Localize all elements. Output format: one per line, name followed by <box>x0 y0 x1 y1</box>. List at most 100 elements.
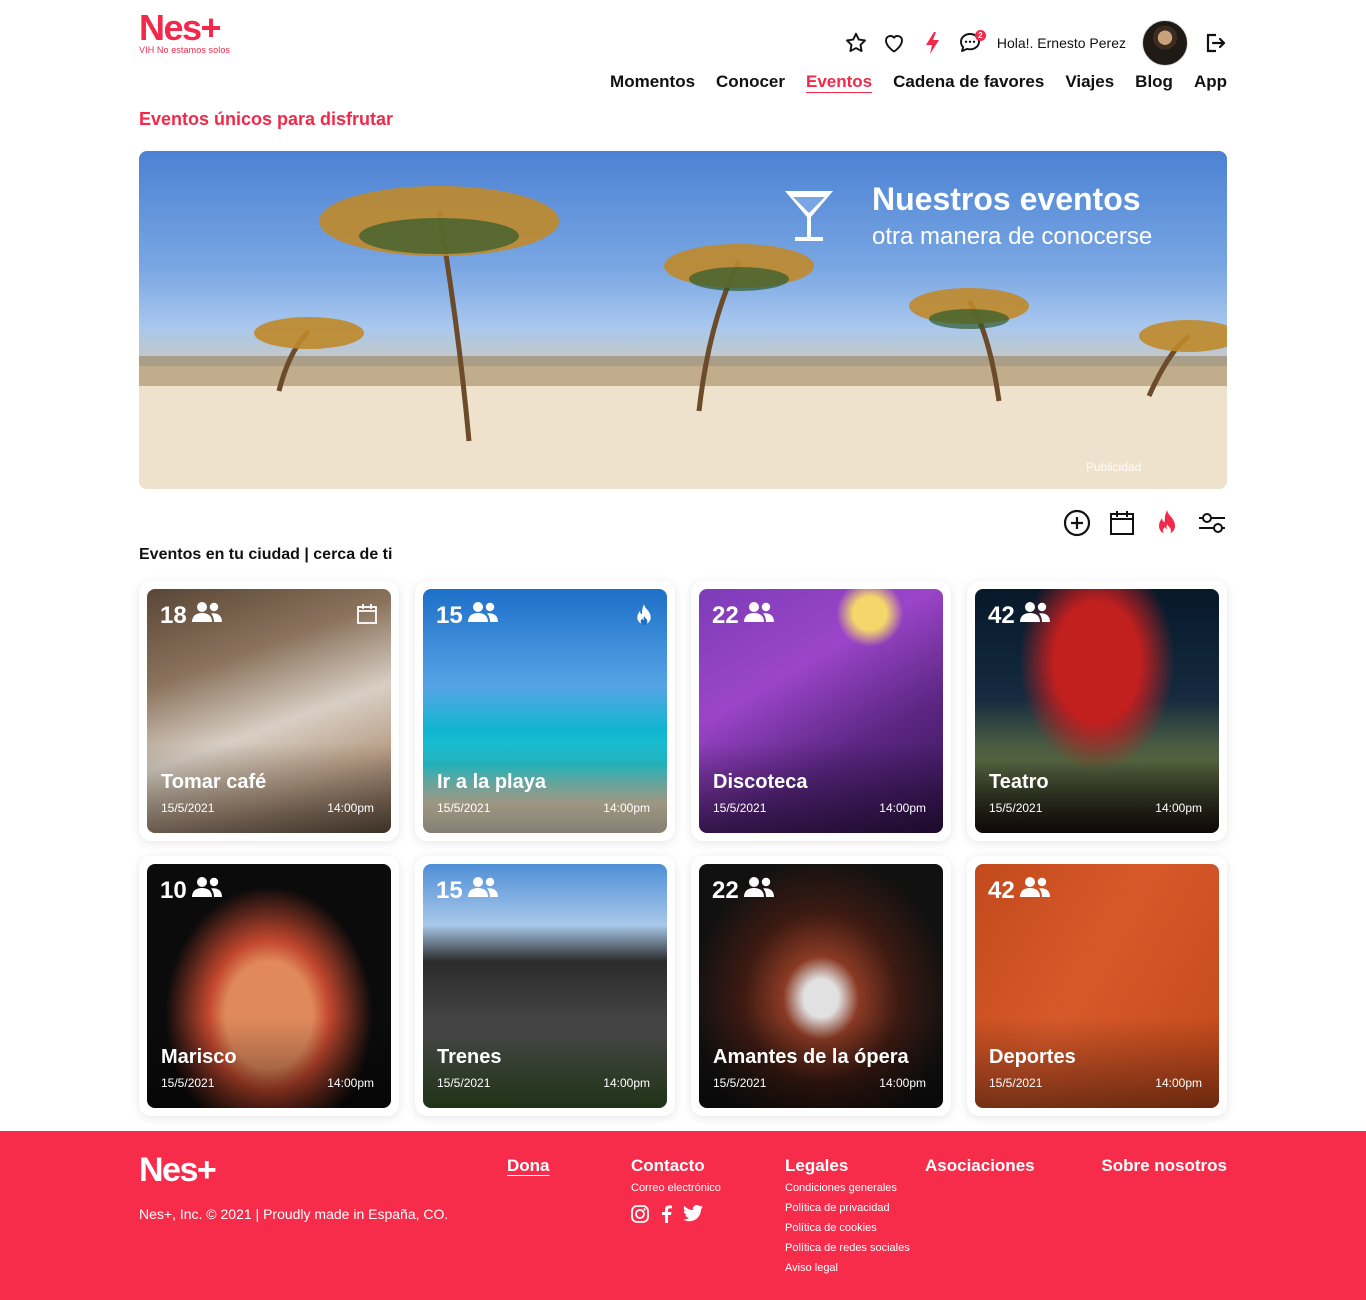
nav-momentos[interactable]: Momentos <box>610 72 695 92</box>
footer-asociaciones-link[interactable]: Asociaciones <box>925 1156 1035 1176</box>
footer-dona-link[interactable]: Dona <box>507 1156 550 1176</box>
people-icon <box>187 601 223 630</box>
attendee-number: 15 <box>436 601 463 629</box>
city-heading: Eventos en tu ciudad | cerca de ti <box>139 546 393 563</box>
attendee-number: 22 <box>712 876 739 904</box>
ad-label: Publicidad <box>1086 460 1142 474</box>
event-title: Discoteca <box>713 771 808 793</box>
logout-icon[interactable] <box>1202 30 1228 56</box>
event-title: Tomar café <box>161 771 267 793</box>
facebook-icon[interactable] <box>659 1205 673 1223</box>
header-actions: 2 Hola!. Ernesto Perez <box>831 20 1228 66</box>
heart-icon[interactable] <box>881 30 907 56</box>
event-date: 15/5/2021 <box>989 801 1043 815</box>
event-image: 22 Discoteca 15/5/2021 14:00pm <box>699 589 943 833</box>
attendee-number: 10 <box>160 876 187 904</box>
event-title: Ir a la playa <box>437 771 546 793</box>
star-icon[interactable] <box>843 30 869 56</box>
event-date: 15/5/2021 <box>161 1076 215 1090</box>
event-time: 14:00pm <box>879 801 926 815</box>
avatar[interactable] <box>1142 20 1188 66</box>
banner-title: Nuestros eventos <box>872 181 1141 217</box>
event-card[interactable]: 10 Marisco 15/5/2021 14:00pm <box>139 856 399 1116</box>
event-date: 15/5/2021 <box>713 801 767 815</box>
attendee-count: 10 <box>160 876 223 905</box>
nav-app[interactable]: App <box>1194 72 1227 92</box>
attendee-count: 22 <box>712 601 775 630</box>
footer-legal-link[interactable]: Aviso legal <box>785 1262 838 1274</box>
banner-subtitle: otra manera de conocerse <box>872 223 1153 250</box>
events-banner[interactable]: Nuestros eventos otra manera de conocers… <box>139 151 1227 489</box>
nav-eventos[interactable]: Eventos <box>806 72 872 92</box>
event-date: 15/5/2021 <box>437 1076 491 1090</box>
footer-legales-heading[interactable]: Legales <box>785 1156 848 1176</box>
footer-logo[interactable]: Nes+ <box>139 1151 217 1190</box>
chat-icon[interactable]: 2 <box>957 30 986 56</box>
social-links <box>631 1205 713 1223</box>
event-card[interactable]: 15 Trenes 15/5/2021 14:00pm <box>415 856 675 1116</box>
people-icon <box>739 601 775 630</box>
event-time: 14:00pm <box>327 801 374 815</box>
event-image: 42 Teatro 15/5/2021 14:00pm <box>975 589 1219 833</box>
footer-sobre-nosotros-link[interactable]: Sobre nosotros <box>1101 1156 1227 1176</box>
event-time: 14:00pm <box>603 801 650 815</box>
event-time: 14:00pm <box>1155 1076 1202 1090</box>
events-grid: 18 Tomar café 15/5/2021 14:00pm 15 Ir a la pl… <box>139 581 1227 1116</box>
attendee-count: 22 <box>712 876 775 905</box>
event-date: 15/5/2021 <box>437 801 491 815</box>
event-image: 10 Marisco 15/5/2021 14:00pm <box>147 864 391 1108</box>
flash-icon[interactable] <box>919 30 945 56</box>
footer-legal-link[interactable]: Condiciones generales <box>785 1182 897 1194</box>
event-title: Teatro <box>989 771 1049 793</box>
attendee-number: 18 <box>160 601 187 629</box>
people-icon <box>187 876 223 905</box>
event-title: Trenes <box>437 1046 502 1068</box>
event-image: 18 Tomar café 15/5/2021 14:00pm <box>147 589 391 833</box>
event-card[interactable]: 42 Deportes 15/5/2021 14:00pm <box>967 856 1227 1116</box>
event-card[interactable]: 22 Amantes de la ópera 15/5/2021 14:00pm <box>691 856 951 1116</box>
filter-sliders-icon[interactable] <box>1197 508 1227 538</box>
attendee-count: 18 <box>160 601 223 630</box>
calendar-icon[interactable] <box>1107 508 1137 538</box>
attendee-number: 22 <box>712 601 739 629</box>
event-title: Deportes <box>989 1046 1076 1068</box>
footer-legal-link[interactable]: Política de redes sociales <box>785 1242 910 1254</box>
main-nav: Momentos Conocer Eventos Cadena de favor… <box>589 72 1227 92</box>
event-card[interactable]: 18 Tomar café 15/5/2021 14:00pm <box>139 581 399 841</box>
attendee-count: 15 <box>436 876 499 905</box>
footer-contacto-heading[interactable]: Contacto <box>631 1156 705 1176</box>
fire-icon[interactable] <box>1152 508 1182 538</box>
message-count-badge: 2 <box>974 30 986 41</box>
event-date: 15/5/2021 <box>989 1076 1043 1090</box>
footer-legal-link[interactable]: Política de privacidad <box>785 1202 890 1214</box>
event-date: 15/5/2021 <box>713 1076 767 1090</box>
footer-copyright: Nes+, Inc. © 2021 | Proudly made in Espa… <box>139 1206 449 1222</box>
brand-logo[interactable]: Nes+ VIH No estamos solos <box>139 7 231 56</box>
event-card[interactable]: 42 Teatro 15/5/2021 14:00pm <box>967 581 1227 841</box>
attendee-count: 42 <box>988 601 1051 630</box>
event-title: Amantes de la ópera <box>713 1046 909 1068</box>
nav-viajes[interactable]: Viajes <box>1065 72 1114 92</box>
nav-conocer[interactable]: Conocer <box>716 72 785 92</box>
event-image: 22 Amantes de la ópera 15/5/2021 14:00pm <box>699 864 943 1108</box>
fire-icon[interactable] <box>634 603 654 632</box>
footer: Nes+ Nes+, Inc. © 2021 | Proudly made in… <box>0 1131 1366 1300</box>
attendee-number: 15 <box>436 876 463 904</box>
calendar-icon[interactable] <box>356 603 378 630</box>
twitter-icon[interactable] <box>683 1205 703 1223</box>
footer-email-link[interactable]: Correo electrónico <box>631 1182 721 1194</box>
nav-cadena-de-favores[interactable]: Cadena de favores <box>893 72 1044 92</box>
nav-blog[interactable]: Blog <box>1135 72 1173 92</box>
instagram-icon[interactable] <box>631 1205 649 1223</box>
cocktail-glass-icon <box>785 191 833 241</box>
event-tools <box>1047 508 1227 538</box>
brand-name: Nes+ <box>139 7 222 48</box>
event-card[interactable]: 22 Discoteca 15/5/2021 14:00pm <box>691 581 951 841</box>
event-card[interactable]: 15 Ir a la playa 15/5/2021 14:00pm <box>415 581 675 841</box>
people-icon <box>463 876 499 905</box>
brand-tagline: VIH No estamos solos <box>139 45 231 55</box>
event-image: 42 Deportes 15/5/2021 14:00pm <box>975 864 1219 1108</box>
footer-legal-link[interactable]: Política de cookies <box>785 1222 877 1234</box>
add-circle-icon[interactable] <box>1062 508 1092 538</box>
attendee-number: 42 <box>988 876 1015 904</box>
